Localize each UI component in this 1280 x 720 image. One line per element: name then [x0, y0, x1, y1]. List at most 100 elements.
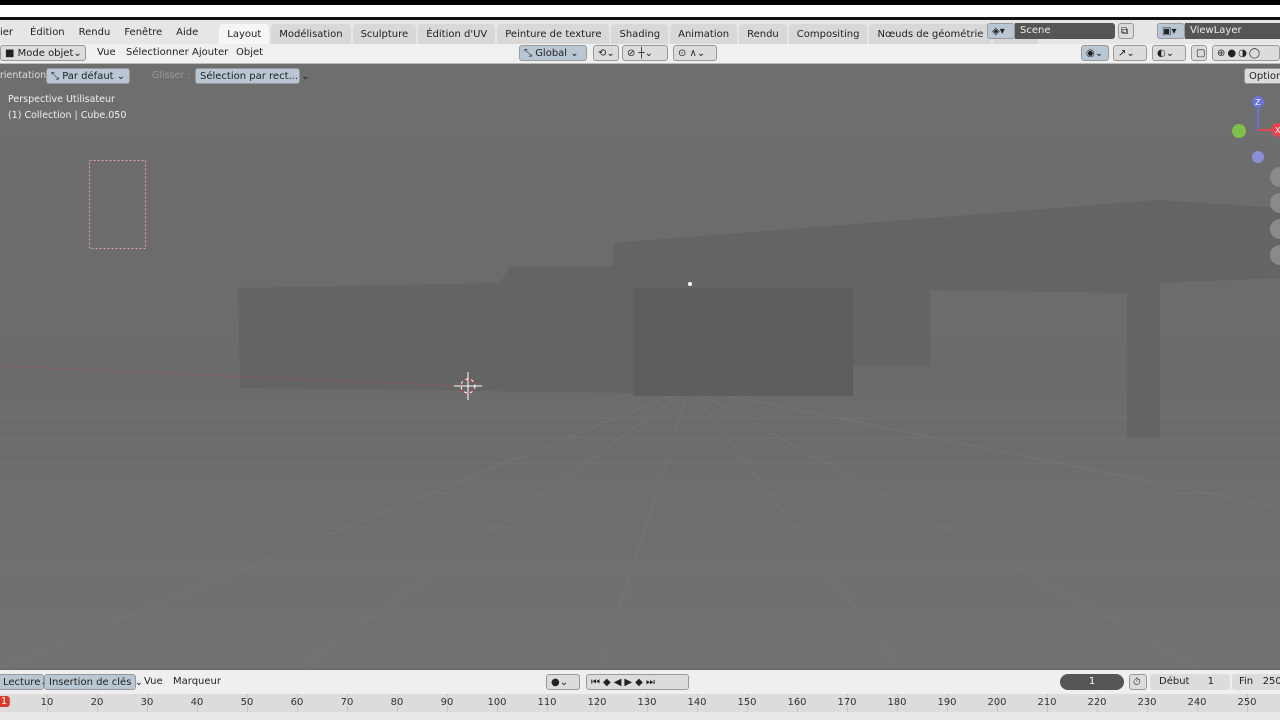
- tab-modeling[interactable]: Modélisation: [271, 24, 351, 44]
- current-frame-field[interactable]: 1: [1060, 674, 1124, 690]
- gizmo-z-label: Z: [1255, 98, 1261, 107]
- play-icon[interactable]: ▶: [624, 677, 635, 688]
- start-frame-field[interactable]: Début 1: [1150, 674, 1230, 690]
- proportional-editing-icon[interactable]: ⊙ ∧⌄: [673, 45, 717, 61]
- menu-file[interactable]: ier: [0, 27, 20, 38]
- timeline-ruler[interactable]: 1 10 20 30 40 50 60 70 80 90 100 110 120 130 140 150 160…: [0, 694, 1280, 712]
- preview-range-icon[interactable]: ⏱: [1129, 674, 1147, 690]
- drag-dropdown[interactable]: Sélection par rect... ⌄: [195, 68, 310, 84]
- menu-window[interactable]: Fenêtre: [117, 27, 169, 38]
- jump-end-icon[interactable]: ⏭: [646, 677, 658, 688]
- options-button[interactable]: Options: [1244, 68, 1280, 84]
- tab-shading[interactable]: Shading: [611, 24, 669, 44]
- transform-orientation-dropdown[interactable]: ⤡ Global ⌄: [519, 45, 587, 61]
- snapping-icon[interactable]: ⊘ ┼⌄: [622, 45, 668, 61]
- ruler-tick-label: 120: [587, 697, 607, 708]
- orientation-icon: ⤡: [524, 47, 536, 59]
- ruler-tick-label: 230: [1137, 697, 1157, 708]
- ruler-tick-label: 80: [390, 697, 404, 708]
- ruler-tick-label: 170: [837, 697, 857, 708]
- tab-compositing[interactable]: Compositing: [788, 24, 868, 44]
- mode-dropdown[interactable]: ■ Mode objet ⌄: [0, 45, 86, 61]
- 3d-viewport[interactable]: Z X Perspective Utilisateur (1) Collecti…: [0, 88, 1280, 668]
- ruler-tick-label: 150: [737, 697, 757, 708]
- timeline-menu-marker[interactable]: Marqueur: [166, 676, 228, 687]
- visibility-icon[interactable]: ◉⌄: [1081, 45, 1109, 61]
- playback-label: Lecture: [3, 676, 41, 688]
- view-layer-selector-icon[interactable]: ▣▾: [1157, 23, 1185, 39]
- menu-edit[interactable]: Édition: [20, 27, 72, 38]
- collection-info: (1) Collection | Cube.050: [8, 110, 127, 121]
- ruler-tick-label: 190: [937, 697, 957, 708]
- ruler-tick-label: 110: [537, 697, 557, 708]
- timeline-body[interactable]: [0, 712, 1280, 720]
- ruler-tick-label: 200: [987, 697, 1007, 708]
- object-origin: [688, 282, 692, 286]
- pivot-point-icon[interactable]: ⟲⌄: [593, 45, 619, 61]
- tab-uv-editing[interactable]: Édition d'UV: [418, 24, 496, 44]
- ruler-tick-label: 40: [190, 697, 204, 708]
- playback-controls[interactable]: ⏮ ◆ ◀ ▶ ◆ ⏭: [586, 674, 689, 690]
- tab-animation[interactable]: Animation: [670, 24, 738, 44]
- ruler-tick-label: 20: [90, 697, 104, 708]
- ruler-tick-label: 60: [290, 697, 304, 708]
- ruler-tick-label: 90: [440, 697, 454, 708]
- menu-object[interactable]: Objet: [229, 47, 270, 58]
- keying-dropdown[interactable]: Insertion de clés ⌄: [44, 674, 143, 690]
- tab-layout[interactable]: Layout: [219, 24, 270, 44]
- ruler-tick-label: 210: [1037, 697, 1057, 708]
- camera-frame: [89, 160, 146, 249]
- orientation-icon: ⤡: [51, 70, 63, 82]
- ruler-tick-label: 50: [240, 697, 254, 708]
- gizmo-y-icon[interactable]: [1232, 124, 1246, 138]
- orientation-dropdown[interactable]: ⤡ Par défaut ⌄: [46, 68, 130, 84]
- scene-name-field[interactable]: Scene: [1015, 23, 1115, 39]
- ruler-tick-label: 130: [637, 697, 657, 708]
- jump-start-icon[interactable]: ⏮: [591, 677, 603, 688]
- start-value: 1: [1207, 676, 1214, 687]
- scene-selector-icon[interactable]: ◈▾: [987, 23, 1015, 39]
- ruler-tick-label: 220: [1087, 697, 1107, 708]
- xray-icon[interactable]: ▢: [1191, 45, 1207, 61]
- ruler-tick-label: 70: [340, 697, 354, 708]
- playback-dropdown[interactable]: Lecture⌄: [0, 674, 49, 690]
- prev-key-icon[interactable]: ◆: [603, 677, 614, 688]
- timeline-menu-view[interactable]: Vue: [137, 676, 170, 687]
- tab-geometry-nodes[interactable]: Nœuds de géométrie: [869, 24, 992, 44]
- menu-view[interactable]: Vue: [90, 47, 123, 58]
- auto-keying-icon[interactable]: ●⌄: [546, 674, 580, 690]
- ruler-tick-label: 250: [1237, 697, 1257, 708]
- menu-add[interactable]: Ajouter: [185, 47, 235, 58]
- navigation-gizmo[interactable]: Z X: [1232, 96, 1280, 163]
- shading-modes-icon[interactable]: ⊕●◑◯: [1212, 45, 1280, 61]
- gizmo-neg-z-icon[interactable]: [1252, 151, 1264, 163]
- tab-rendering[interactable]: Rendu: [739, 24, 787, 44]
- mode-label: Mode objet: [17, 47, 74, 59]
- ruler-tick-label: 100: [487, 697, 507, 708]
- tab-texture-paint[interactable]: Peinture de texture: [497, 24, 610, 44]
- tab-sculpting[interactable]: Sculpture: [352, 24, 417, 44]
- menu-render[interactable]: Rendu: [72, 27, 118, 38]
- view-layer-field[interactable]: ViewLayer: [1185, 23, 1280, 39]
- ruler-tick-label: 140: [687, 697, 707, 708]
- end-value: 250: [1262, 676, 1280, 687]
- new-scene-icon[interactable]: ⧉: [1118, 23, 1134, 39]
- tool-settings-bar: rientation: ⤡ Par défaut ⌄ Glisser : Sél…: [0, 64, 1280, 88]
- end-frame-field[interactable]: Fin 250: [1232, 674, 1280, 690]
- gizmo-toggle-icon[interactable]: ↗⌄: [1113, 45, 1147, 61]
- view-name: Perspective Utilisateur: [8, 94, 115, 105]
- keying-label: Insertion de clés: [49, 676, 132, 688]
- ruler-tick-label: 10: [40, 697, 54, 708]
- menu-help[interactable]: Aide: [169, 27, 205, 38]
- play-reverse-icon[interactable]: ◀: [614, 677, 625, 688]
- zoom-icon[interactable]: [1270, 167, 1280, 187]
- current-frame-marker[interactable]: 1: [0, 696, 11, 707]
- ruler-tick-label: 240: [1187, 697, 1207, 708]
- scene-render: Z X: [0, 96, 1280, 668]
- next-key-icon[interactable]: ◆: [635, 677, 646, 688]
- title-strip: [0, 5, 1280, 17]
- timeline-header: Lecture⌄ Insertion de clés ⌄ Vue Marqueu…: [0, 670, 1280, 694]
- ruler-tick-label: 30: [140, 697, 154, 708]
- ruler-tick-label: 180: [887, 697, 907, 708]
- overlays-icon[interactable]: ◐⌄: [1152, 45, 1186, 61]
